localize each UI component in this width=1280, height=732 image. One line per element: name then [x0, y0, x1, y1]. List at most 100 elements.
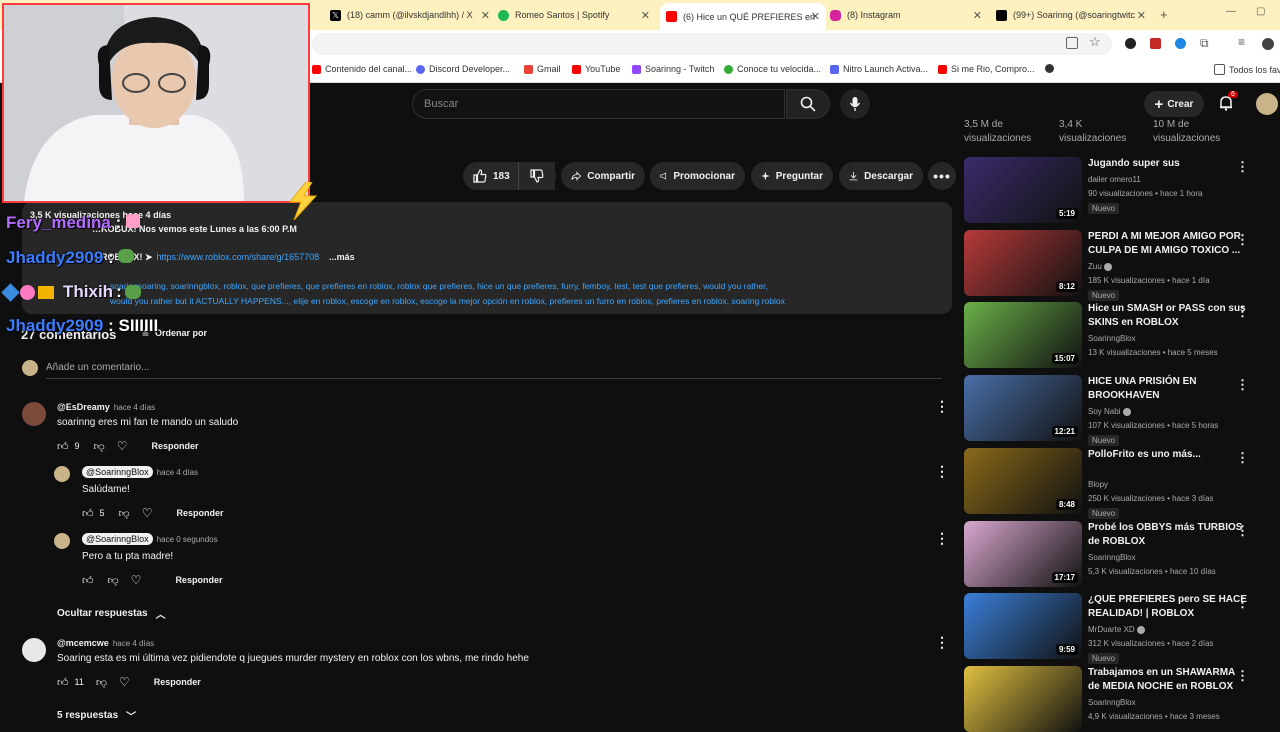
commenter-avatar[interactable]	[54, 466, 70, 482]
maximize-button[interactable]: ▢	[1256, 6, 1265, 17]
more-actions-button[interactable]: •••	[928, 162, 956, 190]
account-avatar[interactable]	[1256, 93, 1278, 115]
dislike-button[interactable]	[518, 162, 556, 190]
comment-author[interactable]: @EsDreamy	[57, 402, 110, 412]
tab-tiktok[interactable]: (99+) Soarinng (@soaringtwitc ✕	[996, 5, 1146, 25]
channel-name[interactable]: MrDuarte XD	[1088, 625, 1145, 634]
video-menu-icon[interactable]: ⋮	[1236, 377, 1249, 393]
bookmark-item[interactable]: Si me Rio, Compro...	[938, 64, 1035, 74]
search-input[interactable]: Buscar	[412, 89, 785, 119]
extension-icon[interactable]	[1150, 38, 1161, 49]
add-comment-input[interactable]: Añade un comentario...	[46, 362, 942, 379]
recommended-video[interactable]: 12:21 HICE UNA PRISIÓN EN BROOKHAVEN Soy N…	[964, 375, 1264, 446]
channel-name[interactable]: dailer omero11	[1088, 175, 1141, 184]
video-title[interactable]: PERDI A MI MEJOR AMIGO POR CULPA DE MI A…	[1088, 230, 1248, 258]
roblox-link[interactable]: https://www.roblox.com/share/g/1657708	[157, 252, 320, 263]
comment-time[interactable]: hace 4 días	[113, 639, 154, 648]
video-thumbnail[interactable]: 5:19	[964, 157, 1082, 223]
channel-name[interactable]: SoarinngBlox	[1088, 698, 1136, 707]
close-icon[interactable]: ✕	[481, 9, 490, 22]
bookmark-item[interactable]: Soarinng - Twitch	[632, 64, 714, 74]
thumbs-down-icon[interactable]: 👎︎	[119, 507, 130, 520]
video-menu-icon[interactable]: ⋮	[1236, 450, 1249, 466]
bookmark-item[interactable]: Discord Developer...	[416, 64, 510, 74]
heart-icon[interactable]: ♡	[142, 506, 153, 520]
download-button[interactable]: Descargar	[839, 162, 923, 190]
video-menu-icon[interactable]: ⋮	[1236, 232, 1249, 248]
video-thumbnail[interactable]: 9:59	[964, 593, 1082, 659]
ask-button[interactable]: Preguntar	[751, 162, 833, 190]
video-thumbnail[interactable]: 17:17	[964, 521, 1082, 587]
notifications-button[interactable]: 6	[1218, 91, 1238, 114]
share-button[interactable]: Compartir	[561, 162, 645, 190]
close-icon[interactable]: ✕	[811, 10, 820, 23]
recommended-video[interactable]: 9:59 ¿QUE PREFIERES pero SE HACE REALIDAD…	[964, 593, 1264, 664]
comment-menu-icon[interactable]: ⋮	[935, 530, 949, 547]
channel-name[interactable]: SoarinngBlox	[1088, 553, 1136, 562]
close-icon[interactable]: ✕	[1137, 9, 1146, 22]
comment-time[interactable]: hace 4 días	[157, 468, 198, 477]
tab-spotify[interactable]: Romeo Santos | Spotify ✕	[498, 5, 650, 25]
bookmark-item[interactable]: Nitro Launch Activa...	[830, 64, 928, 74]
video-title[interactable]: PolloFrito es uno más...	[1088, 448, 1248, 462]
comment-author[interactable]: @SoarinngBlox	[82, 533, 153, 545]
close-icon[interactable]: ✕	[641, 9, 650, 22]
video-thumbnail[interactable]: 15:07	[964, 302, 1082, 368]
show-more-link[interactable]: ...más	[329, 252, 355, 263]
reply-button[interactable]: Responder	[175, 575, 222, 585]
minimize-button[interactable]: —	[1226, 6, 1236, 17]
thumbs-up-icon[interactable]: 👍︎	[82, 507, 94, 520]
reply-button[interactable]: Responder	[176, 508, 223, 518]
video-thumbnail[interactable]	[964, 666, 1082, 732]
tab-x[interactable]: 𝕏 (18) camm (@ilvskdjandlhh) / X ✕	[330, 5, 490, 25]
comment-author[interactable]: @mcemcwe	[57, 638, 109, 648]
recommended-video[interactable]: Trabajamos en un SHAWARMA de MEDIA NOCHE…	[964, 666, 1264, 732]
bookmark-item[interactable]: Contenido del canal...	[312, 64, 412, 74]
new-tab-button[interactable]: +	[1160, 7, 1168, 22]
reply-button[interactable]: Responder	[151, 441, 198, 451]
close-icon[interactable]: ✕	[973, 9, 982, 22]
description-tags[interactable]: soaringsoaring, soarinngblox, roblox, qu…	[110, 281, 940, 291]
hide-replies-button[interactable]: Ocultar respuestas ︿	[57, 606, 166, 621]
video-menu-icon[interactable]: ⋮	[1236, 159, 1249, 175]
video-thumbnail[interactable]: 8:12	[964, 230, 1082, 296]
video-title[interactable]: Jugando super sus	[1088, 157, 1248, 171]
install-app-icon[interactable]	[1066, 37, 1078, 49]
extension-icon[interactable]	[1125, 38, 1136, 49]
url-field[interactable]	[312, 33, 1112, 55]
channel-name[interactable]: SoarinngBlox	[1088, 334, 1136, 343]
show-replies-button[interactable]: 5 respuestas ﹀	[57, 708, 136, 723]
heart-icon[interactable]: ♡	[117, 439, 128, 453]
comment-menu-icon[interactable]: ⋮	[935, 634, 949, 651]
comment-time[interactable]: hace 0 segundos	[157, 535, 218, 544]
recommended-video[interactable]: 15:07 Hice un SMASH or PASS con sus SKINS…	[964, 302, 1264, 368]
thumbs-up-icon[interactable]: 👍︎	[57, 676, 69, 689]
thumbs-up-icon[interactable]: 👍︎	[82, 574, 94, 587]
video-title[interactable]: HICE UNA PRISIÓN EN BROOKHAVEN	[1088, 375, 1248, 403]
commenter-avatar[interactable]	[22, 638, 46, 662]
extension-icon[interactable]	[1175, 38, 1186, 49]
promote-button[interactable]: Promocionar	[650, 162, 745, 190]
video-title[interactable]: Probé los OBBYS más TURBIOS de ROBLOX	[1088, 521, 1248, 549]
comment-time[interactable]: hace 4 días	[114, 403, 155, 412]
voice-search-button[interactable]	[840, 89, 870, 119]
heart-icon[interactable]: ♡	[119, 675, 130, 689]
comment-author[interactable]: @SoarinngBlox	[82, 466, 153, 478]
channel-name[interactable]: Zuu	[1088, 262, 1113, 271]
reply-button[interactable]: Responder	[154, 677, 201, 687]
puzzle-icon[interactable]: ⧉	[1200, 36, 1209, 51]
heart-icon[interactable]: ♡	[131, 573, 142, 587]
recommended-video[interactable]: 8:12 PERDI A MI MEJOR AMIGO POR CULPA DE …	[964, 230, 1264, 301]
video-thumbnail[interactable]: 8:48	[964, 448, 1082, 514]
thumbs-down-icon[interactable]: 👎︎	[108, 574, 119, 587]
video-title[interactable]: ¿QUE PREFIERES pero SE HACE REALIDAD! | …	[1088, 593, 1248, 621]
bookmark-item[interactable]: YouTube	[572, 64, 620, 74]
create-button[interactable]: + Crear	[1144, 91, 1204, 117]
recommended-video[interactable]: 5:19 Jugando super sus dailer omero11 90 vi…	[964, 157, 1264, 223]
bookmark-star-icon[interactable]: ☆	[1089, 34, 1101, 50]
video-title[interactable]: Hice un SMASH or PASS con sus SKINS en R…	[1088, 302, 1248, 330]
thumbs-down-icon[interactable]: 👎︎	[96, 676, 107, 689]
tab-instagram[interactable]: (8) Instagram ✕	[830, 5, 982, 25]
thumbs-down-icon[interactable]: 👎︎	[94, 440, 105, 453]
video-menu-icon[interactable]: ⋮	[1236, 668, 1249, 684]
